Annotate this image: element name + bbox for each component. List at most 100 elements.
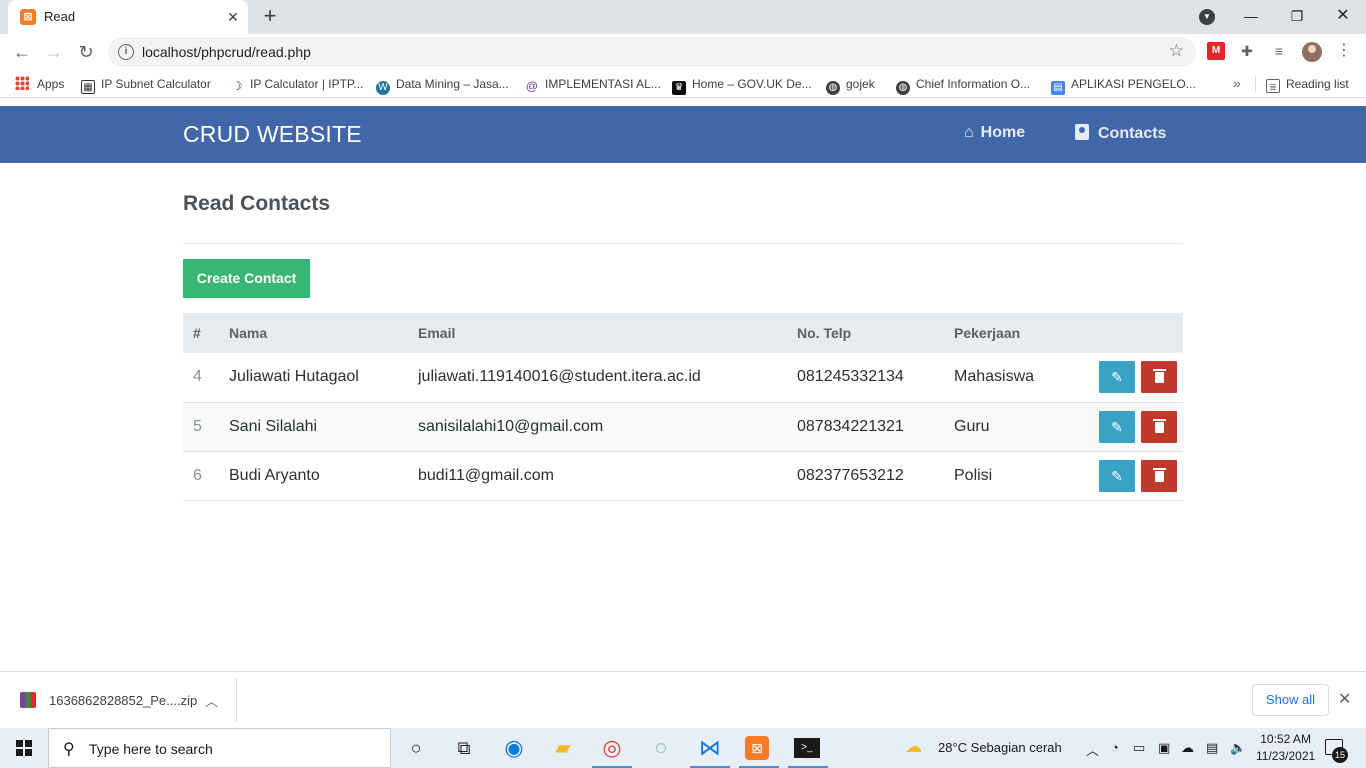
weather-text[interactable]: 28°C Sebagian cerah bbox=[938, 740, 1062, 755]
header-pekerjaan: Pekerjaan bbox=[954, 325, 1021, 341]
taskbar-search-box[interactable]: ⚲ Type here to search bbox=[48, 728, 391, 768]
bookmark-gojek[interactable]: ◍ gojek bbox=[826, 76, 875, 95]
delete-button[interactable] bbox=[1141, 410, 1177, 443]
mendeley-extension-icon[interactable]: M bbox=[1207, 42, 1225, 60]
clock-date: 11/23/2021 bbox=[1256, 749, 1316, 763]
cell-id: 6 bbox=[193, 466, 202, 484]
pencil-icon: ✎ bbox=[1111, 418, 1123, 435]
table-row: 4 Juliawati Hutagaol juliawati.119140016… bbox=[183, 353, 1183, 402]
close-tab-icon[interactable]: ✕ bbox=[224, 8, 242, 26]
terminal-icon[interactable]: >_ bbox=[794, 738, 820, 758]
restore-icon[interactable]: ❐ bbox=[1274, 4, 1320, 28]
weather-icon[interactable]: ☁ bbox=[905, 737, 922, 757]
cell-pekerjaan: Polisi bbox=[954, 466, 993, 484]
chevron-up-icon[interactable]: ︿ bbox=[1086, 740, 1099, 759]
close-download-bar-icon[interactable]: ✕ bbox=[1338, 689, 1351, 709]
battery-plug-icon[interactable]: ▭ bbox=[1133, 740, 1145, 756]
window-close-icon[interactable]: ✕ bbox=[1320, 4, 1366, 28]
volume-icon[interactable]: 🔈 bbox=[1230, 740, 1246, 756]
address-bar[interactable]: i localhost/phpcrud/read.php ☆ bbox=[108, 37, 1196, 67]
edit-button[interactable]: ✎ bbox=[1099, 459, 1135, 492]
archive-icon bbox=[20, 692, 36, 708]
taskbar-search-placeholder: Type here to search bbox=[89, 741, 213, 757]
display-icon[interactable]: ▤ bbox=[1206, 740, 1218, 756]
delete-button[interactable] bbox=[1141, 459, 1177, 492]
reload-icon[interactable]: ↻ bbox=[73, 39, 99, 65]
cell-pekerjaan: Mahasiswa bbox=[954, 368, 1035, 386]
nav-home-link[interactable]: ⌂ Home bbox=[964, 124, 1025, 142]
system-clock[interactable]: 10:52 AM 11/23/2021 bbox=[1256, 731, 1315, 765]
menu-kebab-icon[interactable]: ⋮ bbox=[1335, 42, 1353, 60]
bookmark-star-icon[interactable]: ☆ bbox=[1169, 41, 1184, 61]
extensions-puzzle-icon[interactable]: ✚ bbox=[1238, 42, 1256, 60]
minimize-icon[interactable]: — bbox=[1228, 4, 1274, 28]
cell-actions: ✎ bbox=[1099, 402, 1183, 451]
tab-search-icon[interactable]: ▼ bbox=[1199, 9, 1215, 25]
bookmark-aplikasi[interactable]: ▤ APLIKASI PENGELO... bbox=[1051, 76, 1196, 95]
xampp-icon[interactable]: ⊠ bbox=[745, 736, 769, 760]
bookmark-label: IP Subnet Calculator bbox=[101, 77, 211, 91]
create-contact-button[interactable]: Create Contact bbox=[183, 259, 310, 298]
bookmarks-bar: Apps ▦ IP Subnet Calculator ☽ IP Calculato… bbox=[0, 70, 1366, 98]
header-telp: No. Telp bbox=[797, 325, 852, 341]
reading-list[interactable]: ≣ Reading list bbox=[1266, 76, 1349, 93]
vscode-icon[interactable]: ⋈ bbox=[696, 734, 724, 762]
crown-icon: ♛ bbox=[672, 81, 686, 95]
bookmark-ip-subnet[interactable]: ▦ IP Subnet Calculator bbox=[81, 76, 211, 94]
back-icon[interactable]: ← bbox=[9, 39, 35, 65]
nav-contacts-label: Contacts bbox=[1098, 125, 1167, 142]
nav-contacts-link[interactable]: Contacts bbox=[1075, 124, 1166, 143]
media-control-icon[interactable]: ≡ bbox=[1270, 42, 1288, 60]
bookmarks-overflow-icon[interactable]: » bbox=[1233, 75, 1241, 91]
browser-tab-read[interactable]: ⊠ Read ✕ bbox=[8, 0, 248, 34]
bookmark-chief-information[interactable]: ◍ Chief Information O... bbox=[896, 76, 1030, 95]
table-header-row: # Nama Email No. Telp Pekerjaan bbox=[183, 313, 1183, 353]
bookmark-apps[interactable]: Apps bbox=[15, 76, 64, 92]
edit-button[interactable]: ✎ bbox=[1099, 361, 1135, 394]
table-row: 6 Budi Aryanto budi11@gmail.com 08237765… bbox=[183, 451, 1183, 500]
table-row: 5 Sani Silalahi sanisilalahi10@gmail.com… bbox=[183, 402, 1183, 451]
bookmark-data-mining[interactable]: W Data Mining – Jasa... bbox=[376, 76, 509, 95]
trash-icon bbox=[1152, 369, 1166, 384]
site-navbar: CRUD WEBSITE ⌂ Home Contacts bbox=[0, 106, 1366, 163]
edit-button[interactable]: ✎ bbox=[1099, 410, 1135, 443]
forward-icon[interactable]: → bbox=[41, 39, 67, 65]
header-id: # bbox=[193, 325, 201, 341]
cell-id: 4 bbox=[193, 368, 202, 386]
windows-start-icon[interactable] bbox=[16, 740, 32, 756]
download-filename[interactable]: 1636862828852_Pe....zip bbox=[49, 693, 197, 708]
new-tab-icon[interactable]: + bbox=[258, 5, 282, 29]
bookmark-implementasi[interactable]: @ IMPLEMENTASI AL... bbox=[525, 76, 661, 93]
bookmark-gov-uk[interactable]: ♛ Home – GOV.UK De... bbox=[672, 76, 812, 95]
url-text[interactable]: localhost/phpcrud/read.php bbox=[142, 44, 311, 60]
browser-toolbar: ← → ↻ i localhost/phpcrud/read.php ☆ M ✚… bbox=[0, 34, 1366, 70]
address-book-icon bbox=[1075, 124, 1089, 140]
onedrive-cloud-icon[interactable]: ☁ bbox=[1181, 740, 1194, 756]
chevron-up-icon[interactable]: ︿ bbox=[205, 691, 218, 710]
profile-avatar[interactable] bbox=[1302, 42, 1322, 62]
cortana-icon[interactable]: ○ bbox=[402, 734, 430, 762]
device-icon[interactable]: ▣ bbox=[1158, 740, 1170, 756]
app-ring-icon[interactable]: ◌ bbox=[647, 734, 675, 762]
edge-icon[interactable]: ◉ bbox=[500, 734, 528, 762]
cell-telp: 087834221321 bbox=[797, 417, 904, 435]
header-actions bbox=[1099, 313, 1183, 353]
tab-title: Read bbox=[44, 9, 76, 24]
show-all-button[interactable]: Show all bbox=[1252, 684, 1329, 716]
cell-actions: ✎ bbox=[1099, 353, 1183, 402]
xampp-icon: ⊠ bbox=[20, 9, 36, 25]
task-view-icon[interactable]: ⧉ bbox=[450, 734, 478, 762]
site-brand[interactable]: CRUD WEBSITE bbox=[183, 121, 362, 148]
file-explorer-icon[interactable]: ▰ bbox=[549, 734, 577, 762]
cell-nama: Juliawati Hutagaol bbox=[229, 368, 359, 386]
pencil-icon: ✎ bbox=[1111, 467, 1123, 484]
bookmark-label: Data Mining – Jasa... bbox=[396, 77, 509, 91]
chrome-icon[interactable]: ◎ bbox=[598, 734, 626, 762]
pencil-icon: ✎ bbox=[1111, 369, 1123, 386]
bookmark-ip-calculator[interactable]: ☽ IP Calculator | IPTP... bbox=[230, 76, 364, 93]
delete-button[interactable] bbox=[1141, 361, 1177, 394]
network-icon[interactable]: ◔ bbox=[1111, 740, 1119, 755]
site-info-icon[interactable]: i bbox=[118, 44, 134, 60]
globe-icon: ◍ bbox=[826, 81, 840, 95]
bookmark-label: APLIKASI PENGELO... bbox=[1071, 77, 1196, 91]
